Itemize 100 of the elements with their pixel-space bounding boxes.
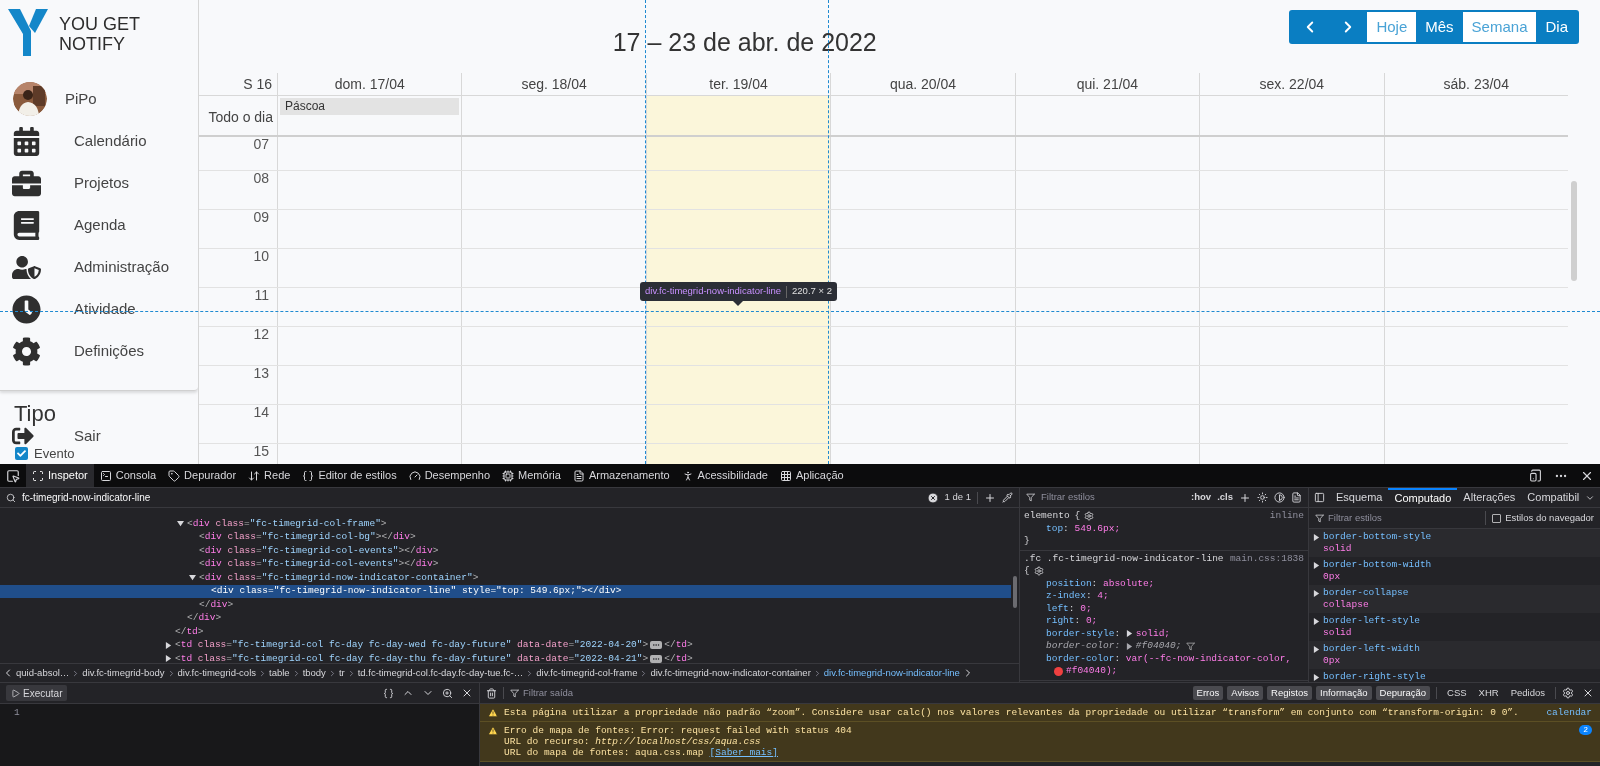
logout-link[interactable]: Sair (0, 426, 198, 446)
hour-label: 07 (253, 137, 269, 154)
nav-item[interactable]: Calendário (0, 120, 198, 162)
type-filter-button[interactable]: Pedidos (1506, 686, 1549, 700)
view-button[interactable]: Dia (1536, 12, 1577, 42)
computed-property[interactable]: border-bottom-width 0px (1309, 557, 1600, 585)
markup-line[interactable]: <div class="fc-timegrid-col-events"></div> (0, 544, 1011, 558)
style-declaration[interactable]: right: 0; (1024, 615, 1308, 628)
view-button[interactable]: Mês (1416, 12, 1463, 42)
browser-styles-checkbox[interactable]: Estilos do navegador (1485, 510, 1594, 526)
message-source[interactable]: calendar (1546, 707, 1592, 718)
breadcrumb[interactable]: div.fc-timegrid-col-frame (536, 665, 638, 681)
hour-label: 12 (253, 327, 269, 344)
breadcrumb[interactable]: div.fc-timegrid-body (82, 665, 165, 681)
day-header: qui. 21/04 (1014, 73, 1200, 95)
style-declaration[interactable]: top: 549.6px; (1024, 522, 1308, 535)
level-filter-button[interactable]: Informação (1316, 686, 1372, 700)
style-declaration[interactable]: border-style: solid; (1024, 627, 1308, 640)
user-name[interactable]: PiPo (65, 87, 97, 111)
sidebar-tab[interactable]: Alterações (1457, 488, 1522, 507)
breadcrumb[interactable]: div.fc-timegrid-now-indicator-container (650, 665, 811, 681)
style-declaration[interactable]: border-color: #f04040; (1024, 640, 1308, 653)
devtools-tab[interactable]: Memória (496, 464, 567, 487)
rule-selector[interactable]: .fc .fc-timegrid-now-indicator-line (1024, 552, 1224, 565)
rule-selector[interactable]: elemento (1024, 510, 1070, 523)
hour-label: 14 (253, 405, 269, 422)
markup-line[interactable]: <div class="fc-timegrid-col-events"></div> (0, 557, 1011, 571)
nav-item[interactable]: Administração (0, 246, 198, 288)
breadcrumb[interactable]: table (269, 665, 290, 681)
devtools-tab[interactable]: Rede (242, 464, 297, 487)
breadcrumb[interactable]: quid-absol… (16, 665, 70, 681)
line-number: 1 (14, 706, 21, 720)
devtools-tab[interactable]: Consola (93, 464, 163, 487)
hour-label: 15 (253, 444, 269, 461)
day-header: dom. 17/04 (277, 73, 462, 95)
breadcrumb[interactable]: div.fc-timegrid-cols (177, 665, 256, 681)
type-filter-button[interactable]: CSS (1443, 686, 1471, 700)
rule-source[interactable]: main.css:1838 (1229, 552, 1304, 565)
filter-option[interactable]: Evento (0, 446, 198, 461)
calendar-title: 17 – 23 de abr. de 2022 (612, 27, 877, 58)
markup-line[interactable]: <td class="fc-timegrid-col fc-day fc-day-thu fc-day-future" data-date="2022-04-21"> </td> (0, 652, 1011, 663)
run-button[interactable]: Executar (6, 685, 68, 701)
learn-more-link[interactable]: [Saber mais] (709, 747, 778, 758)
hour-label: 13 (253, 366, 269, 383)
day-header: ter. 19/04 (645, 73, 831, 95)
nav-item[interactable]: Agenda (0, 204, 198, 246)
style-declaration[interactable]: left: 0; (1024, 602, 1308, 615)
hour-label: 10 (253, 249, 269, 266)
breadcrumb[interactable]: td.fc-timegrid-col.fc-day.fc-day-tue.fc-… (357, 665, 524, 681)
style-declaration[interactable]: z-index: 4; (1024, 590, 1308, 603)
nav-item[interactable]: Projetos (0, 162, 198, 204)
pseudo-toggle[interactable]: .cls (1217, 490, 1233, 505)
sidebar-tab[interactable]: Esquema (1330, 488, 1389, 507)
computed-property[interactable]: border-right-style (1309, 669, 1600, 682)
filter-field[interactable]: Filtrar estilos (1041, 490, 1186, 505)
message-text: Esta página utilizar a propriedade não padrão “zoom”. Considere usar calc() nos valores relevantes da propriedade ou utilizar “transform” em conjunto com “transform-origin: 0 0”. (504, 707, 1519, 718)
markup-line[interactable]: </div> (0, 611, 1011, 625)
breadcrumb[interactable]: tr (338, 665, 345, 681)
devtools-tab[interactable]: Acessibilidade (675, 464, 774, 487)
level-filter-button[interactable]: Avisos (1227, 686, 1264, 700)
nav-item[interactable]: Definições (0, 330, 198, 372)
devtools-tab[interactable]: Depurador (162, 464, 243, 487)
markup-line[interactable]: <td class="fc-timegrid-col fc-day fc-day-wed fc-day-future" data-date="2022-04-20"> </td> (0, 638, 1011, 652)
hour-label: 11 (254, 288, 269, 305)
level-filter-button[interactable]: Depuração (1375, 686, 1431, 700)
filter-field[interactable]: Filtrar saída (523, 685, 1189, 701)
style-declaration[interactable]: border-color: var(--fc-now-indicator-color, #f04040); (1024, 652, 1308, 678)
devtools-tab[interactable]: Inspetor (26, 464, 94, 487)
level-filter-button[interactable]: Registos (1267, 686, 1313, 700)
computed-property[interactable]: border-collapse collapse (1309, 585, 1600, 613)
type-filter-button[interactable]: XHR (1474, 686, 1503, 700)
markup-line[interactable]: </div> (0, 598, 1011, 612)
devtools-tab[interactable]: Armazenamento (566, 464, 676, 487)
devtools-tab[interactable]: Aplicação (773, 464, 850, 487)
sidebar-tab[interactable]: Computado (1388, 488, 1458, 507)
devtools-tab[interactable]: Editor de estilos (296, 464, 403, 487)
style-declaration[interactable]: position: absolute; (1024, 577, 1308, 590)
filter-title: Tipo (13, 401, 57, 426)
event-chip[interactable]: Páscoa (280, 98, 460, 115)
size-label: 220.7 × 2 (792, 284, 832, 299)
computed-property[interactable]: border-left-width 0px (1309, 641, 1600, 669)
breadcrumb[interactable]: div.fc-timegrid-now-indicator-line (823, 665, 960, 681)
rule-source[interactable]: inline (1269, 510, 1304, 523)
markup-line[interactable]: </td> (0, 625, 1011, 639)
pseudo-toggle[interactable]: :hov (1191, 490, 1212, 505)
sidebar-tab[interactable]: Compatibil (1521, 488, 1586, 507)
match-count: 1 de 1 (944, 490, 971, 505)
markup-line[interactable]: <div class="fc-timegrid-col-frame"> (0, 517, 1011, 531)
search-field[interactable]: fc-timegrid-now-indicator-line (22, 490, 921, 505)
computed-property[interactable]: border-left-style solid (1309, 613, 1600, 641)
nav-item[interactable]: Atividade (0, 288, 198, 330)
week-number: S 16 (242, 75, 273, 94)
devtools-tab[interactable]: Desempenho (402, 464, 497, 487)
markup-line[interactable]: <div class="fc-timegrid-now-indicator-container"> (0, 571, 1011, 585)
computed-property[interactable]: border-bottom-style solid (1309, 529, 1600, 557)
rule-brace: } (1024, 535, 1031, 548)
breadcrumb[interactable]: tbody (302, 665, 326, 681)
filter-field[interactable]: Filtrar estilos (1328, 510, 1482, 526)
markup-line[interactable]: <div class="fc-timegrid-col-bg"></div> (0, 530, 1011, 544)
level-filter-button[interactable]: Erros (1192, 686, 1224, 700)
